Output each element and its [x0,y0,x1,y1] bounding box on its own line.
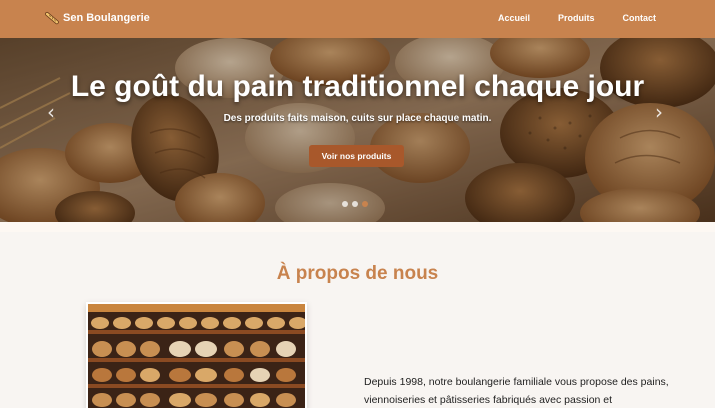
view-products-button[interactable]: Voir nos produits [309,145,404,167]
hero-subtitle: Des produits faits maison, cuits sur pla… [223,113,492,124]
about-section: À propos de nous Depuis 1998, notre boul… [0,222,715,408]
nav-link-produits[interactable]: Produits [558,13,595,23]
carousel-next-icon[interactable]: › [655,100,663,124]
carousel-indicator[interactable] [352,201,358,207]
carousel-indicator-active[interactable] [362,201,368,207]
carousel-indicator[interactable] [342,201,348,207]
brand-name: Sen Boulangerie [63,12,150,24]
about-title: À propos de nous [276,263,439,284]
hero-carousel: Le goût du pain traditionnel chaque jour… [0,38,715,222]
brand-link[interactable]: Sen Boulangerie [45,11,150,25]
carousel-indicators [342,201,368,207]
hero-title: Le goût du pain traditionnel chaque jour [70,70,645,103]
about-text: Depuis 1998, notre boulangerie familiale… [364,376,669,406]
nav-link-contact[interactable]: Contact [623,13,657,23]
carousel-prev-icon[interactable]: ‹ [47,100,55,124]
baguette-icon [45,11,59,25]
bakery-shelves-image [86,302,307,408]
nav-link-accueil[interactable]: Accueil [498,13,530,23]
navbar: Sen Boulangerie Accueil Produits Contact [0,0,715,38]
section-divider [0,222,715,232]
nav-links: Accueil Produits Contact [470,13,656,23]
hero-overlay [0,38,715,222]
